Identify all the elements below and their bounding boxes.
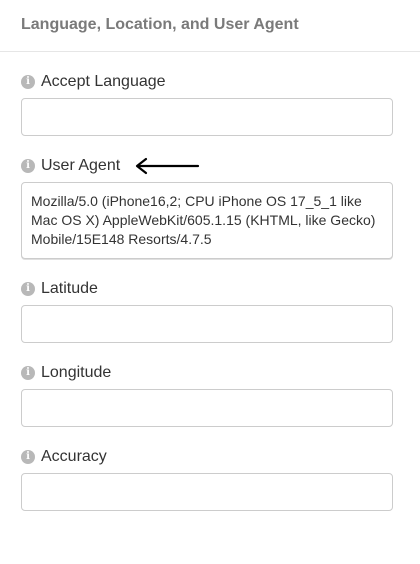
- info-icon[interactable]: i: [21, 282, 35, 296]
- user-agent-label: User Agent: [41, 157, 121, 174]
- field-user-agent: i User Agent Mozilla/5.0 (iPhone16,2; CP…: [21, 155, 399, 259]
- longitude-label: Longitude: [41, 364, 112, 381]
- panel-title: Language, Location, and User Agent: [21, 16, 299, 33]
- longitude-input[interactable]: [21, 389, 393, 427]
- field-accept-language: i Accept Language: [21, 71, 399, 136]
- fields-form: i Accept Language i User Agent Mozilla/5…: [0, 71, 420, 511]
- label-row-longitude: i Longitude: [21, 362, 399, 384]
- latitude-label: Latitude: [41, 280, 98, 297]
- info-icon[interactable]: i: [21, 366, 35, 380]
- accept-language-input[interactable]: [21, 98, 393, 136]
- info-icon[interactable]: i: [21, 75, 35, 89]
- accuracy-input[interactable]: [21, 473, 393, 511]
- left-arrow-icon: [135, 157, 200, 175]
- user-agent-textarea[interactable]: Mozilla/5.0 (iPhone16,2; CPU iPhone OS 1…: [21, 182, 393, 259]
- info-icon[interactable]: i: [21, 450, 35, 464]
- label-row-latitude: i Latitude: [21, 278, 399, 300]
- label-row-accuracy: i Accuracy: [21, 446, 399, 468]
- accept-language-label: Accept Language: [41, 73, 166, 90]
- info-icon[interactable]: i: [21, 159, 35, 173]
- field-longitude: i Longitude: [21, 362, 399, 427]
- field-latitude: i Latitude: [21, 278, 399, 343]
- panel-header: Language, Location, and User Agent: [0, 0, 420, 52]
- label-row-user-agent: i User Agent: [21, 155, 399, 177]
- latitude-input[interactable]: [21, 305, 393, 343]
- accuracy-label: Accuracy: [41, 448, 107, 465]
- label-row-accept-language: i Accept Language: [21, 71, 399, 93]
- field-accuracy: i Accuracy: [21, 446, 399, 511]
